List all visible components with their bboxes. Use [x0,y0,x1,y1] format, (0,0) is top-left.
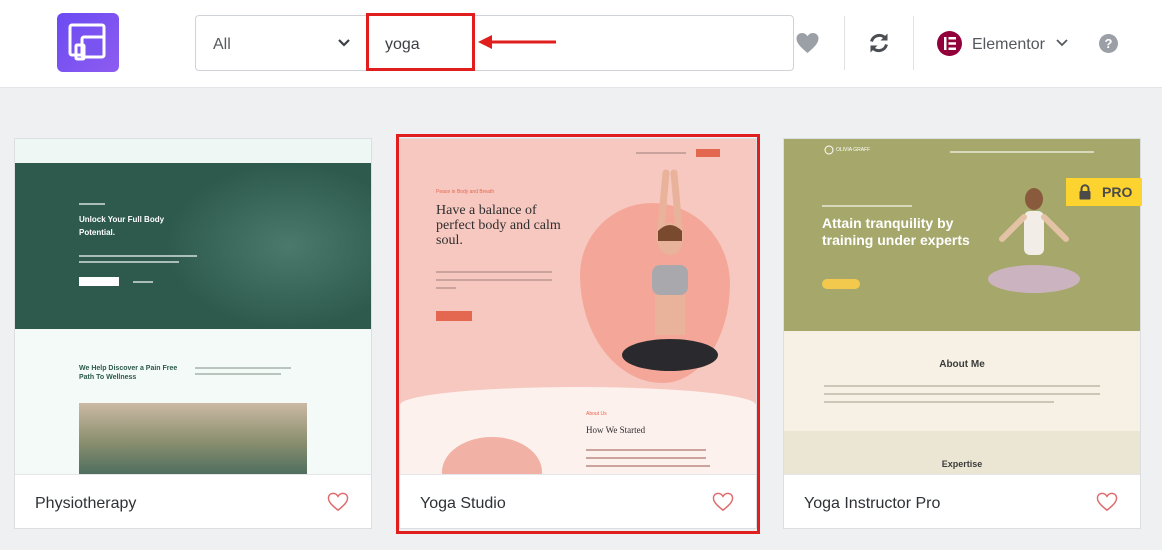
preview-section-title: We Help Discover a Pain Free Path To Wel… [79,365,178,381]
preview-about-eyebrow: About Us [586,411,607,417]
header-divider [913,16,914,70]
preview-cta [79,277,119,286]
preview-cta [822,279,860,289]
favorite-heart-icon[interactable] [1096,492,1118,512]
preview-photo [79,403,307,474]
preview-brand: OLIVIA GRAFF [836,147,871,153]
preview-hero-title: Attain tranquility by training under exp… [822,215,970,248]
card-title[interactable]: Physiotherapy [35,495,136,513]
preview-section-title: How We Started [586,425,646,435]
preview-section-title: About Me [939,359,985,370]
favorites-heart-icon[interactable] [795,32,820,54]
sync-icon[interactable] [867,31,891,55]
card-title[interactable]: Yoga Studio [420,495,506,513]
elementor-icon[interactable] [937,31,962,56]
preview-eyebrow: Peace in Body and Breath [436,189,495,195]
category-filter-value: All [213,36,231,53]
app-logo-icon [57,13,119,72]
template-card-physiotherapy[interactable]: Unlock Your Full Body Potential. We Help… [14,138,372,529]
help-icon[interactable]: ? [1099,34,1118,53]
category-filter-select[interactable]: All [195,15,367,71]
brand-mark-icon [824,145,834,155]
favorite-heart-icon[interactable] [327,492,349,512]
platform-label[interactable]: Elementor [972,36,1045,54]
header-divider [844,16,845,70]
chevron-down-icon [338,39,350,47]
card-title[interactable]: Yoga Instructor Pro [804,495,940,513]
preview-navbar [15,139,371,163]
chevron-down-icon[interactable] [1056,38,1068,48]
pro-badge: PRO [1066,178,1142,206]
arrow-left-icon [478,35,556,49]
preview-hero-title: Unlock Your Full Body Potential. [79,215,165,237]
yoga-figure-icon [622,169,718,371]
template-card-yoga-studio[interactable]: Peace in Body and Breath Have a balance … [399,138,757,529]
search-highlight-annotation [366,13,475,71]
template-preview[interactable]: Unlock Your Full Body Potential. We Help… [15,139,371,474]
lock-icon [1079,184,1091,200]
pro-badge-label: PRO [1102,184,1133,200]
header-bar: All Elementor ? [0,0,1162,88]
preview-hero-title: Have a balance of perfect body and calm … [436,203,561,248]
favorite-heart-icon[interactable] [712,492,734,512]
preview-cta [436,311,472,321]
template-preview[interactable]: Peace in Body and Breath Have a balance … [400,139,756,474]
preview-footer-title: Expertise [941,459,983,469]
